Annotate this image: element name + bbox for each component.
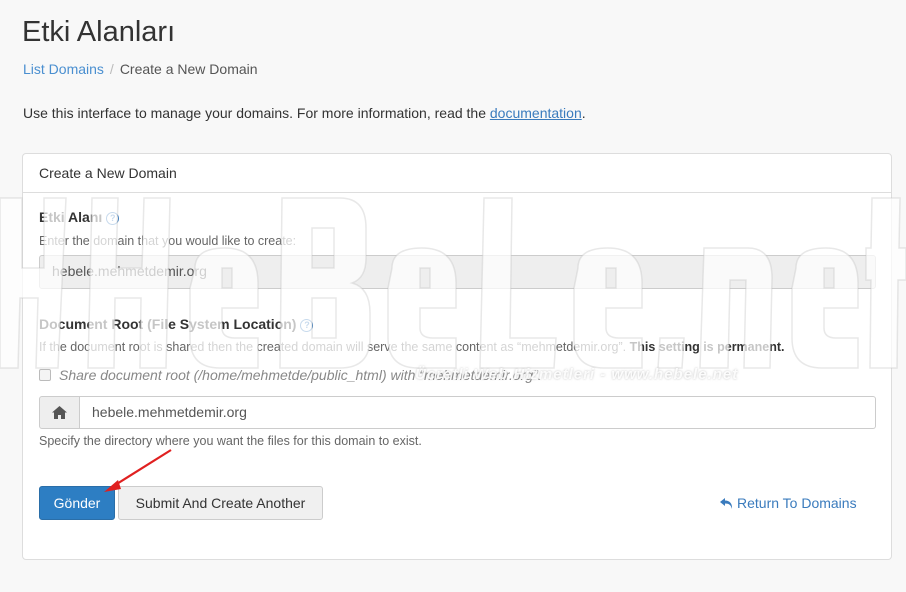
docroot-label-text: Document Root (File System Location) bbox=[39, 316, 297, 332]
docroot-input-group: hebele.mehmetdemir.org bbox=[39, 396, 876, 429]
create-domain-panel: Create a New Domain Etki Alanı? Enter th… bbox=[22, 153, 892, 560]
docroot-label: Document Root (File System Location)? bbox=[39, 316, 314, 332]
intro-end: . bbox=[581, 105, 586, 121]
docroot-help-bold: This setting is permanent. bbox=[629, 340, 785, 354]
intro-sentence: Use this interface to manage your domain… bbox=[23, 105, 490, 121]
breadcrumb-separator: / bbox=[109, 61, 114, 77]
breadcrumb-current: Create a New Domain bbox=[119, 61, 258, 77]
home-icon bbox=[39, 396, 80, 429]
return-arrow-icon bbox=[720, 498, 733, 509]
submit-button[interactable]: Gönder bbox=[39, 486, 115, 520]
submit-and-create-another-button[interactable]: Submit And Create Another bbox=[118, 486, 323, 520]
docroot-help-text: If the document root is shared then the … bbox=[39, 340, 784, 354]
breadcrumb: List Domains / Create a New Domain bbox=[23, 61, 258, 77]
docroot-help-sentence: If the document root is shared then the … bbox=[39, 340, 627, 354]
docroot-hint: Specify the directory where you want the… bbox=[39, 434, 422, 448]
share-docroot-checkbox[interactable] bbox=[39, 369, 51, 381]
share-docroot-row[interactable]: Share document root (/home/mehmetde/publ… bbox=[39, 367, 542, 383]
domain-label-text: Etki Alanı bbox=[39, 209, 103, 225]
docroot-input[interactable]: hebele.mehmetdemir.org bbox=[80, 396, 876, 429]
share-docroot-label: Share document root (/home/mehmetde/publ… bbox=[59, 367, 542, 383]
domain-help-icon[interactable]: ? bbox=[106, 212, 120, 225]
documentation-link[interactable]: documentation bbox=[490, 105, 582, 121]
panel-heading: Create a New Domain bbox=[23, 154, 891, 193]
domain-label: Etki Alanı? bbox=[39, 209, 120, 225]
breadcrumb-list-domains-link[interactable]: List Domains bbox=[23, 61, 104, 77]
domain-input[interactable]: hebele.mehmetdemir.org bbox=[39, 255, 876, 289]
page-title: Etki Alanları bbox=[22, 16, 176, 48]
return-to-domains-link[interactable]: Return To Domains bbox=[720, 495, 857, 511]
intro-text: Use this interface to manage your domain… bbox=[23, 105, 586, 121]
domain-help-text: Enter the domain that you would like to … bbox=[39, 234, 297, 248]
docroot-help-icon[interactable]: ? bbox=[300, 319, 314, 332]
return-to-domains-label: Return To Domains bbox=[737, 495, 857, 511]
page: Etki Alanları List Domains / Create a New … bbox=[0, 0, 906, 592]
